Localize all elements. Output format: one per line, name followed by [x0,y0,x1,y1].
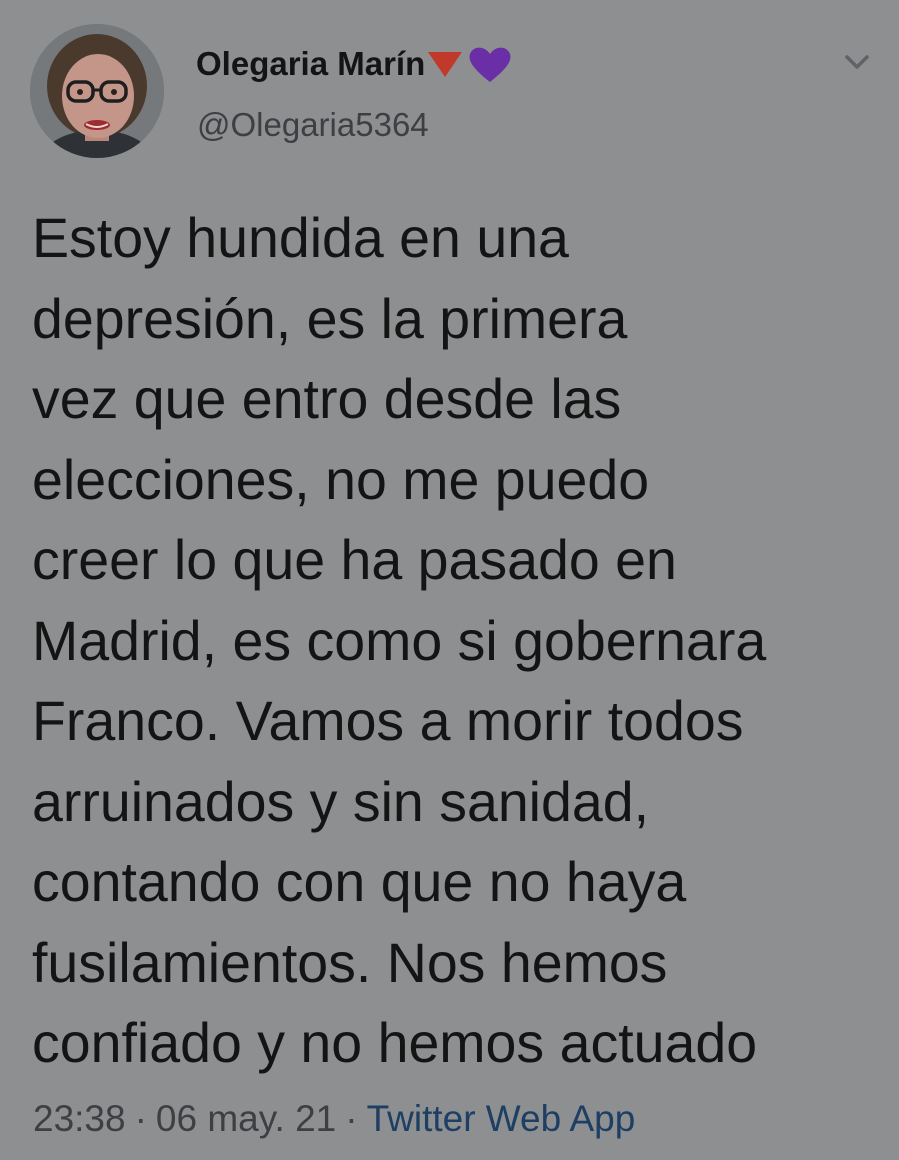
purple-heart-icon [469,47,511,82]
meta-separator: · [345,1098,358,1139]
tweet-text-line: fusilamientos. Nos hemos [32,931,668,994]
avatar-image [30,24,164,158]
tweet-time[interactable]: 23:38 [33,1098,126,1139]
user-handle[interactable]: @Olegaria5364 [197,106,429,144]
tweet-text-line: depresión, es la primera [32,287,628,350]
avatar[interactable] [30,24,164,158]
tweet-text: Estoy hundida en una depresión, es la pr… [32,198,882,1084]
user-name-row[interactable]: Olegaria Marín [196,42,513,86]
chevron-down-icon[interactable] [838,48,876,76]
tweet-text-line: Estoy hundida en una [32,207,569,269]
tweet-text-line: vez que entro desde las [32,368,622,430]
tweet-text-line: creer lo que ha pasado en [32,529,677,591]
tweet-meta: 23:38 · 06 may. 21 · Twitter Web App [33,1098,635,1140]
meta-separator: · [134,1098,147,1139]
tweet-text-line: elecciones, no me puedo [32,448,650,511]
tweet-date[interactable]: 06 may. 21 [156,1098,336,1139]
tweet-text-line: confiado y no hemos actuado [32,1012,758,1074]
red-triangle-icon [428,52,463,77]
display-name[interactable]: Olegaria Marín [196,45,425,83]
tweet-text-line: contando con que no haya [32,851,687,913]
tweet-card: Olegaria Marín @Olegaria5364 Estoy hundi… [0,0,899,1160]
tweet-text-line: Franco. Vamos a morir todos [32,690,744,752]
tweet-text-line: Madrid, es como si gobernara [32,609,767,672]
tweet-text-line: arruinados y sin sanidad, [32,770,650,833]
tweet-source-link[interactable]: Twitter Web App [367,1098,636,1139]
